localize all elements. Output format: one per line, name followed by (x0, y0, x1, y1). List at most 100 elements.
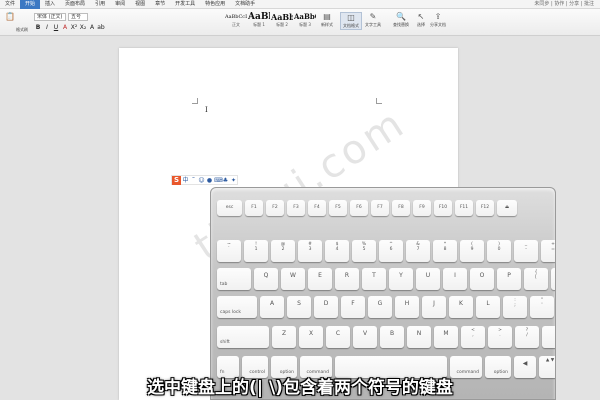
menu-tab[interactable]: 章节 (150, 0, 170, 9)
keyboard-key: shift (542, 326, 555, 348)
key-label: U (425, 272, 431, 279)
format-button[interactable]: ab (97, 24, 105, 32)
format-button[interactable]: U (52, 24, 60, 32)
tool-button[interactable]: ◫ 文档格式 (340, 12, 362, 30)
font-size-select[interactable]: 五号 (68, 13, 88, 21)
key-label: F11 (459, 205, 469, 210)
ime-icon[interactable]: ⌨ (214, 176, 223, 185)
menu-tab[interactable]: 文件 (0, 0, 20, 9)
key-label: : (514, 298, 516, 303)
format-button[interactable]: X₂ (79, 24, 87, 32)
key-label: F5 (335, 205, 341, 210)
keyboard-key: P (497, 268, 521, 290)
ime-icon[interactable]: ♣ (222, 176, 229, 185)
format-button[interactable]: I (43, 24, 51, 32)
share-doc-icon: ⇪ (434, 12, 442, 21)
new-style-icon: ▤ (323, 12, 331, 21)
ime-icon[interactable]: ✦ (230, 176, 237, 185)
key-label: F6 (356, 205, 362, 210)
keyboard-key: F12 (476, 200, 494, 216)
style-preview: AaBbCcDd (225, 14, 247, 20)
keyboard-key: F10 (434, 200, 452, 216)
select-icon: ↖ (417, 12, 425, 21)
keyboard-key: :; (503, 296, 527, 318)
find-replace-icon: 🔍 (396, 12, 406, 21)
menu-tab[interactable]: 插入 (40, 0, 60, 9)
keyboard-key: E (308, 268, 332, 290)
keyboard-key: ^ 6 (379, 240, 403, 262)
keyboard-key: ! 1 (244, 240, 268, 262)
keyboard-key: % 5 (352, 240, 376, 262)
menu-tab[interactable]: 视图 (130, 0, 150, 9)
paste-button[interactable]: 📋 (3, 12, 17, 22)
ime-icon[interactable]: ● (206, 176, 213, 185)
keyboard-key: shift (217, 326, 269, 348)
menu-tab[interactable]: 引用 (90, 0, 110, 9)
format-button[interactable]: X² (70, 24, 78, 32)
key-label: C (335, 330, 341, 337)
keyboard-key: F11 (455, 200, 473, 216)
format-button[interactable]: B (34, 24, 42, 32)
menu-bar: 文件 开始 插入 页面布局 引用 审阅 视图 章节 开发工具 特色应用 文档助手 未同步 | 协作 |… (0, 0, 600, 9)
sogou-logo-icon: S (172, 175, 181, 185)
style-caption: 标题 3 (299, 22, 311, 27)
key-label (335, 356, 447, 358)
text-caret: I (205, 106, 208, 114)
video-caption: 选中键盘上的(| \)包含着两个符号的键盘 (147, 378, 453, 398)
style-card[interactable]: AaBb标题 1 (248, 12, 270, 30)
keyboard-key: H (395, 296, 419, 318)
menu-right-status[interactable]: 未同步 | 协作 | 分享 | 批注 (529, 0, 600, 9)
keyboard-key: @2 (271, 240, 295, 262)
key-label: caps lock (220, 309, 241, 315)
menu-tab[interactable]: 开始 (20, 0, 41, 9)
key-label: N (416, 330, 422, 337)
font-name-select[interactable]: 宋体 (正文) (34, 13, 66, 21)
key-sub-label: [ (535, 275, 537, 281)
key-label: F1 (251, 205, 257, 210)
ime-toolbar[interactable]: S 中 ˜ ☺ ● ⌨ ♣ ✦ (171, 175, 238, 185)
tool-button[interactable]: ✎ 文字工具 (362, 12, 384, 28)
keyboard-key: F3 (287, 200, 305, 216)
keyboard-key: F2 (266, 200, 284, 216)
key-label: A (269, 300, 275, 307)
menu-tab[interactable]: 页面布局 (60, 0, 90, 9)
ime-icon[interactable]: ˜ (190, 176, 197, 185)
key-label: L (486, 300, 490, 307)
tool-button[interactable]: 🔍 查找替换 (390, 12, 412, 28)
keyboard-key: * 8 (433, 240, 457, 262)
keyboard-key: >. (488, 326, 512, 348)
format-button[interactable]: A (61, 24, 69, 32)
style-card[interactable]: AaBbC(标题 3 (294, 12, 316, 30)
key-label: P (507, 272, 511, 279)
menu-tab[interactable]: 特色应用 (200, 0, 230, 9)
menu-tab[interactable]: 文档助手 (230, 0, 260, 9)
keyboard-key: M (434, 326, 458, 348)
key-label: _ (524, 242, 528, 247)
key-label: G (377, 300, 383, 307)
tool-button[interactable]: ⇪ 分享文档 (427, 12, 449, 28)
ime-icon[interactable]: 中 (182, 176, 189, 185)
keyboard-key: G (368, 296, 392, 318)
format-painter-label[interactable]: 格式刷 (16, 27, 28, 33)
ime-icon[interactable]: ☺ (198, 176, 205, 185)
keyboard-key: F5 (329, 200, 347, 216)
key-label: F4 (314, 205, 320, 210)
style-caption: 标题 1 (253, 22, 265, 27)
tool-caption: 分享文档 (430, 22, 446, 27)
key-sub-label: , (472, 333, 474, 339)
key-label: } (551, 268, 555, 275)
key-sub-label: 0 (497, 247, 501, 253)
format-button[interactable]: A (88, 24, 96, 32)
menu-tab[interactable]: 审阅 (110, 0, 130, 9)
style-card[interactable]: AaBbCcDd 正文 (225, 12, 247, 30)
tool-button[interactable]: ▤ 新样式 (316, 12, 338, 28)
keyboard-key: S (287, 296, 311, 318)
keyboard-key: L (476, 296, 500, 318)
keyboard-key: U (416, 268, 440, 290)
menu-tab[interactable]: 开发工具 (170, 0, 200, 9)
keyboard-key: F7 (371, 200, 389, 216)
key-sub-label: 8 (443, 247, 447, 253)
style-card[interactable]: AaBb(标题 2 (271, 12, 293, 30)
key-label: M (443, 330, 449, 337)
key-sub-label: 7 (416, 247, 420, 253)
